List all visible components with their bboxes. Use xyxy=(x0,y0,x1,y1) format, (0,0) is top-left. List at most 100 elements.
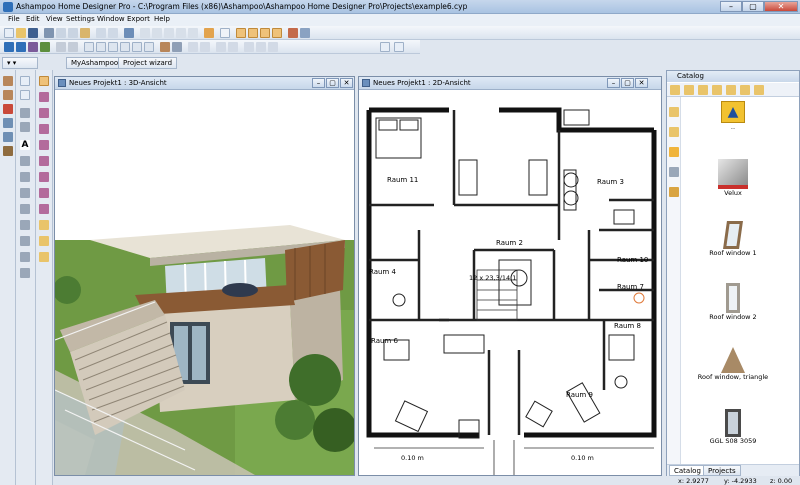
window-layout-4-icon[interactable] xyxy=(120,42,130,52)
page-icon[interactable] xyxy=(220,28,230,38)
catalog-item-up[interactable]: ▲ .. xyxy=(683,101,783,131)
eyedropper-icon[interactable] xyxy=(39,188,49,198)
material-icon[interactable] xyxy=(160,42,170,52)
sun-icon[interactable] xyxy=(216,42,226,52)
view-3d-minimize[interactable]: – xyxy=(312,78,325,88)
window-layout-3-icon[interactable] xyxy=(108,42,118,52)
rectangle-tool-icon[interactable] xyxy=(20,204,30,214)
catalog-tree-folder-icon[interactable] xyxy=(669,107,679,117)
menu-edit[interactable]: Edit xyxy=(26,15,40,23)
move-icon[interactable] xyxy=(20,90,30,100)
menu-export[interactable]: Export xyxy=(127,15,150,23)
view-2d-maximize[interactable]: ▢ xyxy=(621,78,634,88)
layer-icon[interactable] xyxy=(188,42,198,52)
zoom-fit-icon[interactable] xyxy=(164,28,174,38)
stair-tool-icon[interactable] xyxy=(3,132,13,142)
new-file-icon[interactable] xyxy=(4,28,14,38)
arc-tool-icon[interactable] xyxy=(20,188,30,198)
catalog-folder-4-icon[interactable] xyxy=(712,85,722,95)
slab-tool-icon[interactable] xyxy=(20,268,30,278)
room-label-4[interactable]: Raum 4 xyxy=(369,268,396,276)
catalog-item-velux[interactable]: Velux xyxy=(683,159,783,197)
fill-icon[interactable] xyxy=(39,124,49,134)
catalog-tree-item-icon[interactable] xyxy=(669,167,679,177)
redo-icon[interactable] xyxy=(108,28,118,38)
maximize-button[interactable]: ▢ xyxy=(742,1,764,12)
floor-plan-2d[interactable]: Raum 11 Raum 2 Raum 3 Raum 10 Raum 7 Rau… xyxy=(359,90,661,475)
close-panel-icon[interactable] xyxy=(394,42,404,52)
polyline-tool-icon[interactable] xyxy=(20,122,30,132)
catalog-item-roof-window-triangle[interactable]: Roof window, triangle xyxy=(683,347,783,381)
pointer-select-icon[interactable] xyxy=(39,76,49,86)
undo-icon[interactable] xyxy=(96,28,106,38)
restore-panel-icon[interactable] xyxy=(380,42,390,52)
menu-view[interactable]: View xyxy=(46,15,63,23)
pattern-icon[interactable] xyxy=(39,140,49,150)
close-button[interactable]: ✕ xyxy=(764,1,798,12)
level-icon[interactable] xyxy=(68,42,78,52)
texture-icon[interactable] xyxy=(172,42,182,52)
tab-catalog[interactable]: Catalog xyxy=(669,465,706,476)
2d-view-icon[interactable] xyxy=(4,42,14,52)
paste-icon[interactable] xyxy=(80,28,90,38)
cut-icon[interactable] xyxy=(56,28,66,38)
grid-icon[interactable] xyxy=(200,42,210,52)
view-2d-minimize[interactable]: – xyxy=(607,78,620,88)
folder-b-icon[interactable] xyxy=(39,236,49,246)
furniture-tool-icon[interactable] xyxy=(3,146,13,156)
catalog-item-roof-window-1[interactable]: Roof window 1 xyxy=(683,221,783,257)
window-layout-1-icon[interactable] xyxy=(84,42,94,52)
gradient-icon[interactable] xyxy=(39,172,49,182)
open-folder-icon[interactable] xyxy=(16,28,26,38)
copy-icon[interactable] xyxy=(68,28,78,38)
wall-tool-icon[interactable] xyxy=(3,76,13,86)
angle-tool-icon[interactable] xyxy=(20,172,30,182)
measure-icon[interactable] xyxy=(204,28,214,38)
menu-settings[interactable]: Settings xyxy=(66,15,95,23)
view-3d-close[interactable]: ✕ xyxy=(340,78,353,88)
zoom-window-icon[interactable] xyxy=(176,28,186,38)
pan-icon[interactable] xyxy=(188,28,198,38)
catalog-item-roof-window-2[interactable]: Roof window 2 xyxy=(683,283,783,321)
zoom-in-icon[interactable] xyxy=(140,28,150,38)
eraser-icon[interactable] xyxy=(39,204,49,214)
column-tool-icon[interactable] xyxy=(20,236,30,246)
catalog-folder-6-icon[interactable] xyxy=(740,85,750,95)
brush-icon[interactable] xyxy=(39,108,49,118)
catalog-folder-5-icon[interactable] xyxy=(726,85,736,95)
view-2d-close[interactable]: ✕ xyxy=(635,78,648,88)
catalog-folder-7-icon[interactable] xyxy=(754,85,764,95)
catalog-item-ggl[interactable]: GGL S08 3059 xyxy=(683,409,783,445)
view-mode-icon[interactable] xyxy=(236,28,246,38)
menu-help[interactable]: Help xyxy=(154,15,170,23)
walk-icon[interactable] xyxy=(40,42,50,52)
room-label-2[interactable]: Raum 2 xyxy=(496,239,523,247)
tab-project-wizard[interactable]: Project wizard xyxy=(118,57,178,69)
folder-a-icon[interactable] xyxy=(39,220,49,230)
color-icon[interactable] xyxy=(39,156,49,166)
render-icon[interactable] xyxy=(288,28,298,38)
elevation-icon[interactable] xyxy=(256,42,266,52)
camera-icon[interactable] xyxy=(28,42,38,52)
catalog-tree-folder-3-icon[interactable] xyxy=(669,147,679,157)
catalog-folder-2-icon[interactable] xyxy=(684,85,694,95)
select-icon[interactable] xyxy=(124,28,134,38)
window-layout-5-icon[interactable] xyxy=(132,42,142,52)
magnet-icon[interactable] xyxy=(272,28,282,38)
house-3d-render[interactable] xyxy=(55,90,354,475)
beam-tool-icon[interactable] xyxy=(20,252,30,262)
room-label-11[interactable]: Raum 11 xyxy=(387,176,418,184)
3d-view-icon[interactable] xyxy=(16,42,26,52)
print-icon[interactable] xyxy=(44,28,54,38)
room-tool-icon[interactable] xyxy=(3,90,13,100)
window-layout-2-icon[interactable] xyxy=(96,42,106,52)
folder-c-icon[interactable] xyxy=(39,252,49,262)
help-icon[interactable] xyxy=(300,28,310,38)
view-3d-maximize[interactable]: ▢ xyxy=(326,78,339,88)
catalog-folder-1-icon[interactable] xyxy=(670,85,680,95)
window-layout-6-icon[interactable] xyxy=(144,42,154,52)
dimension-tool-icon[interactable] xyxy=(20,156,30,166)
door-tool-icon[interactable] xyxy=(3,104,13,114)
save-icon[interactable] xyxy=(28,28,38,38)
tab-projects[interactable]: Projects xyxy=(703,465,741,476)
